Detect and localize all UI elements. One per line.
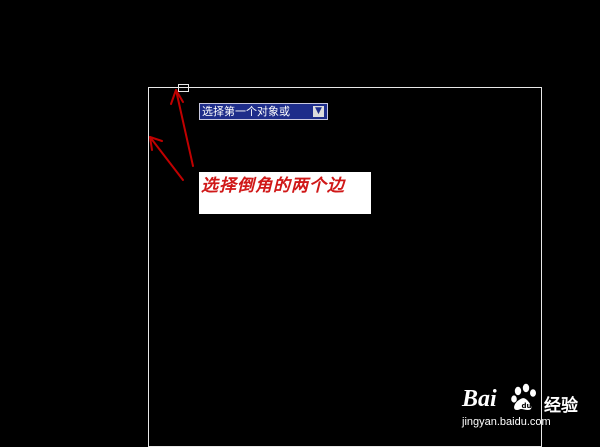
command-prompt-tooltip: 选择第一个对象或 ▼ (199, 103, 328, 120)
annotation-label: 选择倒角的两个边 (199, 172, 371, 214)
brand-jingyan: 经验 (544, 396, 578, 416)
command-prompt-text: 选择第一个对象或 (202, 105, 290, 118)
drawing-canvas[interactable]: 选择第一个对象或 ▼ 选择倒角的两个边 Bai du 经验 jingyan.ba… (0, 0, 600, 447)
svg-text:du: du (522, 402, 532, 410)
annotation-text: 选择倒角的两个边 (201, 176, 345, 196)
brand-text: Bai (462, 386, 497, 412)
baidu-paw-icon: du (511, 383, 536, 410)
watermark-logo: Bai du 经验 jingyan.baidu.com (460, 378, 600, 440)
watermark-url: jingyan.baidu.com (462, 416, 551, 428)
down-arrow-icon[interactable]: ▼ (313, 106, 324, 117)
cursor-pickbox (178, 84, 189, 92)
